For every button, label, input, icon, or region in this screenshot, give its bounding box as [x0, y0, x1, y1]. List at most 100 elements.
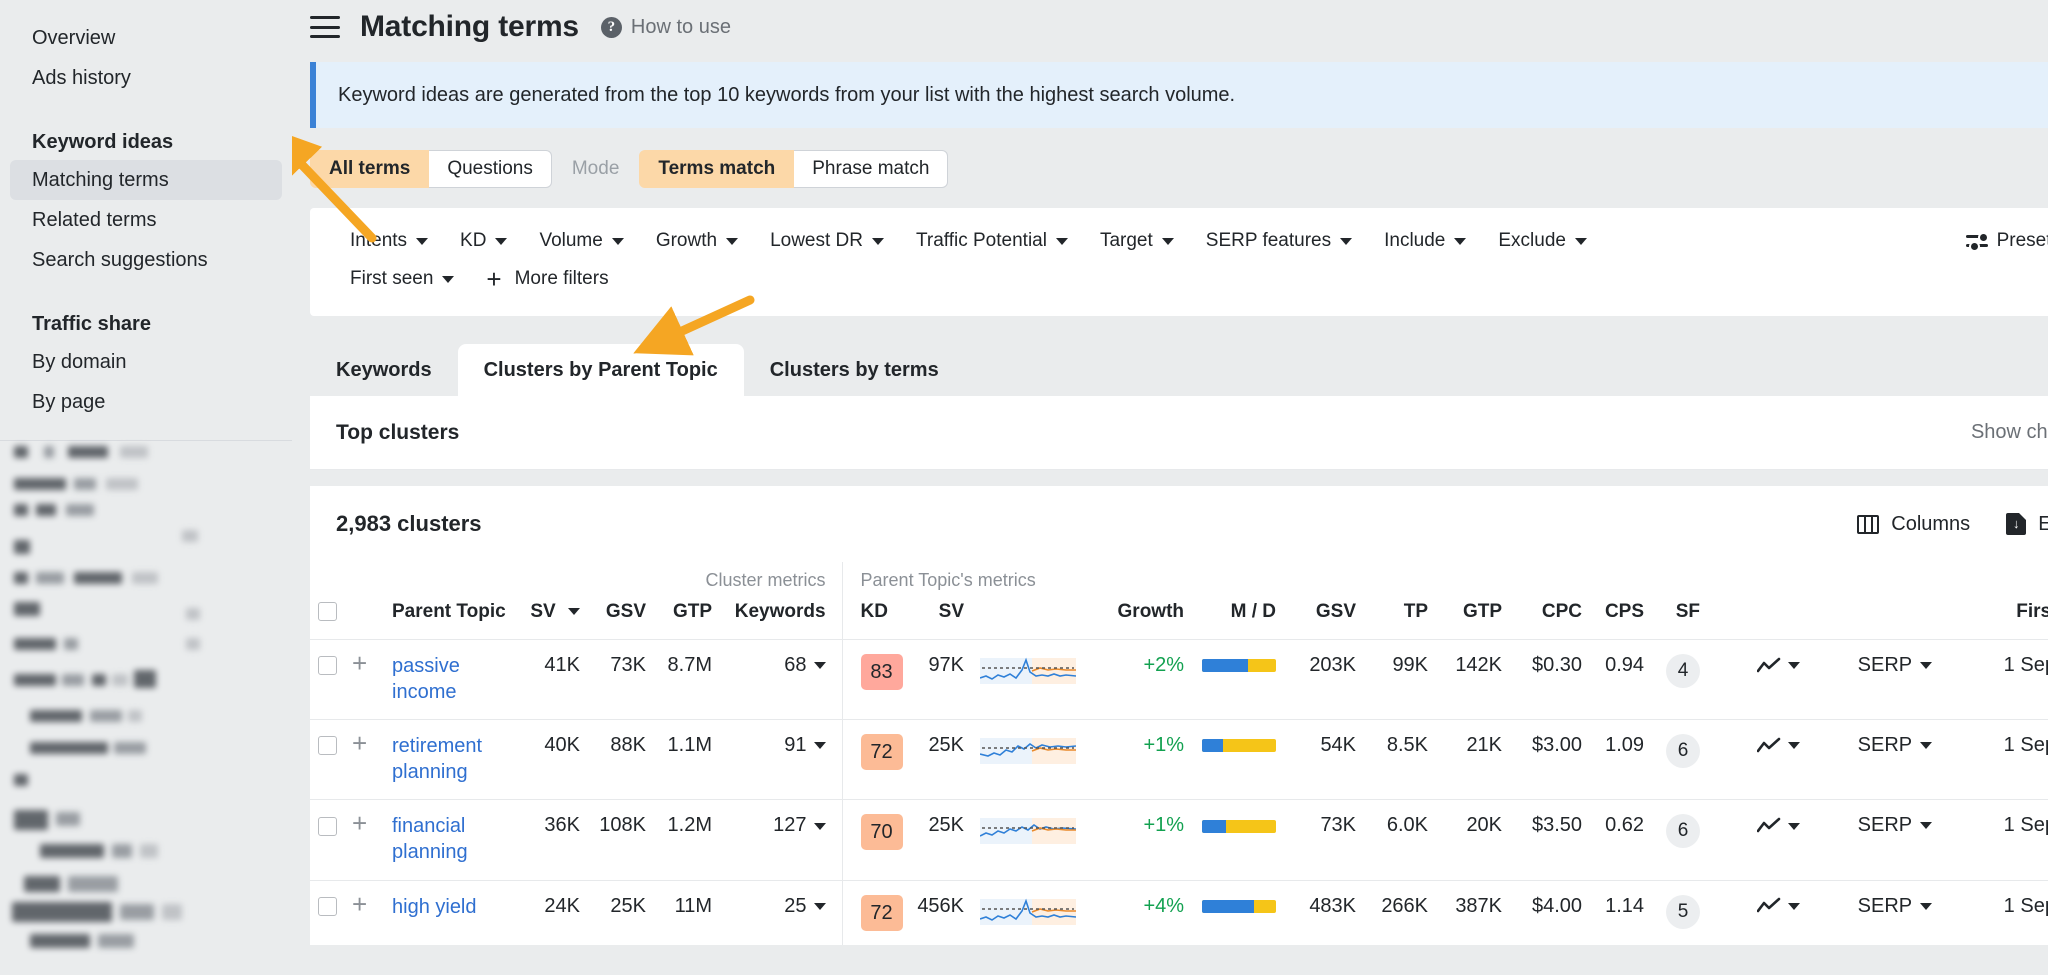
parent-topic-link[interactable]: financial planning — [392, 814, 512, 865]
parent-topic-link[interactable]: retirement planning — [392, 734, 512, 785]
terms-match-button[interactable]: Terms match — [639, 150, 794, 188]
table-row[interactable]: +retirement planning40K88K1.1M917225K+1%… — [310, 720, 2048, 800]
columns-button[interactable]: Columns — [1857, 513, 1970, 536]
hamburger-icon[interactable] — [310, 16, 340, 38]
cell-parent-topic[interactable]: financial planning — [392, 800, 530, 880]
cell-keywords[interactable]: 91 — [728, 720, 842, 800]
col-cps[interactable]: CPS — [1598, 593, 1660, 640]
sf-badge: 6 — [1666, 734, 1700, 768]
table-row[interactable]: +financial planning36K108K1.2M1277025K+1… — [310, 800, 2048, 880]
col-cpc[interactable]: CPC — [1518, 593, 1598, 640]
row-expand-cell[interactable]: + — [352, 720, 392, 800]
filter-growth[interactable]: Growth — [640, 222, 754, 260]
parent-topic-link[interactable]: high yield — [392, 895, 477, 921]
expand-row-icon[interactable]: + — [352, 889, 367, 919]
filter-target[interactable]: Target — [1084, 222, 1190, 260]
all-terms-button[interactable]: All terms — [310, 150, 429, 188]
expand-row-icon[interactable]: + — [352, 648, 367, 678]
table-row[interactable]: +passive income41K73K8.7M688397K+2%203K9… — [310, 640, 2048, 720]
cell-parent-topic[interactable]: high yield — [392, 880, 530, 945]
table-row[interactable]: +high yield24K25K11M2572456K+4%483K266K3… — [310, 880, 2048, 945]
col-sv-parent[interactable]: SV — [914, 593, 980, 640]
presets-button[interactable]: Presets — [1950, 222, 2048, 260]
parent-topic-link[interactable]: passive income — [392, 654, 512, 705]
col-first-seen[interactable]: First seen — [1932, 593, 2048, 640]
row-checkbox[interactable] — [318, 656, 337, 675]
cell-serp[interactable]: SERP — [1800, 720, 1932, 800]
filter-volume[interactable]: Volume — [523, 222, 639, 260]
filter-intents[interactable]: Intents — [334, 222, 444, 260]
cell-serp[interactable]: SERP — [1800, 640, 1932, 720]
expand-row-icon[interactable]: + — [352, 808, 367, 838]
export-button[interactable]: ↓ Export — [2006, 513, 2048, 536]
select-all-header[interactable] — [310, 593, 352, 640]
col-sv-cluster[interactable]: SV — [530, 593, 596, 640]
serp-label: SERP — [1858, 814, 1912, 837]
row-expand-cell[interactable]: + — [352, 640, 392, 720]
sidebar-item-overview[interactable]: Overview — [10, 18, 282, 58]
cell-trend[interactable] — [1716, 880, 1800, 945]
tab-keywords[interactable]: Keywords — [310, 344, 458, 396]
row-expand-cell[interactable]: + — [352, 880, 392, 945]
col-serp — [1800, 593, 1932, 640]
cell-keywords[interactable]: 127 — [728, 800, 842, 880]
row-checkbox[interactable] — [318, 897, 337, 916]
col-md[interactable]: M / D — [1200, 593, 1292, 640]
row-expand-cell[interactable]: + — [352, 800, 392, 880]
col-tp[interactable]: TP — [1372, 593, 1444, 640]
cell-parent-topic[interactable]: passive income — [392, 640, 530, 720]
col-sf[interactable]: SF — [1660, 593, 1716, 640]
cell-trend[interactable] — [1716, 800, 1800, 880]
filter-serp-features[interactable]: SERP features — [1190, 222, 1368, 260]
row-checkbox[interactable] — [318, 817, 337, 836]
select-all-checkbox[interactable] — [318, 602, 337, 621]
col-parent-topic[interactable]: Parent Topic — [392, 593, 530, 640]
filter-traffic-potential[interactable]: Traffic Potential — [900, 222, 1084, 260]
sidebar-item-ads-history[interactable]: Ads history — [10, 58, 282, 98]
how-to-use-link[interactable]: ? How to use — [601, 16, 731, 39]
tab-clusters-by-parent-topic[interactable]: Clusters by Parent Topic — [458, 344, 744, 396]
filter-include[interactable]: Include — [1368, 222, 1482, 260]
sidebar-item-by-domain[interactable]: By domain — [10, 342, 282, 382]
row-select-cell[interactable] — [310, 720, 352, 800]
col-keywords[interactable]: Keywords — [728, 593, 842, 640]
sidebar-item-search-suggestions[interactable]: Search suggestions — [10, 240, 282, 280]
row-select-cell[interactable] — [310, 800, 352, 880]
cell-sf: 6 — [1660, 720, 1716, 800]
col-growth[interactable]: Growth — [1108, 593, 1200, 640]
cell-keywords[interactable]: 25 — [728, 880, 842, 945]
cell-serp[interactable]: SERP — [1800, 800, 1932, 880]
cell-trend[interactable] — [1716, 640, 1800, 720]
row-checkbox[interactable] — [318, 736, 337, 755]
filter-label: First seen — [350, 268, 433, 290]
filter-kd[interactable]: KD — [444, 222, 523, 260]
filter-first-seen[interactable]: First seen — [334, 260, 470, 298]
cell-parent-topic[interactable]: retirement planning — [392, 720, 530, 800]
sidebar-item-by-page[interactable]: By page — [10, 382, 282, 422]
table-header-row: Parent Topic SV GSV GTP Keywords KD SV G… — [310, 593, 2048, 640]
cell-trend[interactable] — [1716, 720, 1800, 800]
show-chart-toggle[interactable]: Show chart — [1971, 421, 2048, 444]
col-kd[interactable]: KD — [842, 593, 914, 640]
col-gsv-cluster[interactable]: GSV — [596, 593, 662, 640]
sidebar-item-matching-terms[interactable]: Matching terms — [10, 160, 282, 200]
filter-exclude[interactable]: Exclude — [1482, 222, 1603, 260]
col-gsv-parent[interactable]: GSV — [1292, 593, 1372, 640]
filter-lowest-dr[interactable]: Lowest DR — [754, 222, 900, 260]
col-gtp-parent[interactable]: GTP — [1444, 593, 1518, 640]
cell-serp[interactable]: SERP — [1800, 880, 1932, 945]
questions-button[interactable]: Questions — [429, 150, 552, 188]
cell-keywords[interactable]: 68 — [728, 640, 842, 720]
sidebar-item-related-terms[interactable]: Related terms — [10, 200, 282, 240]
mobile-desktop-bar — [1202, 820, 1276, 833]
row-select-cell[interactable] — [310, 880, 352, 945]
chevron-down-icon — [1575, 238, 1587, 245]
expand-row-icon[interactable]: + — [352, 728, 367, 758]
col-gtp-cluster[interactable]: GTP — [662, 593, 728, 640]
cell-gtp-cluster: 1.2M — [662, 800, 728, 880]
table-toolbar: 2,983 clusters Columns ↓ Export — [310, 486, 2048, 562]
tab-clusters-by-terms[interactable]: Clusters by terms — [744, 344, 965, 396]
more-filters-button[interactable]: + More filters — [470, 260, 624, 298]
phrase-match-button[interactable]: Phrase match — [794, 150, 948, 188]
row-select-cell[interactable] — [310, 640, 352, 720]
